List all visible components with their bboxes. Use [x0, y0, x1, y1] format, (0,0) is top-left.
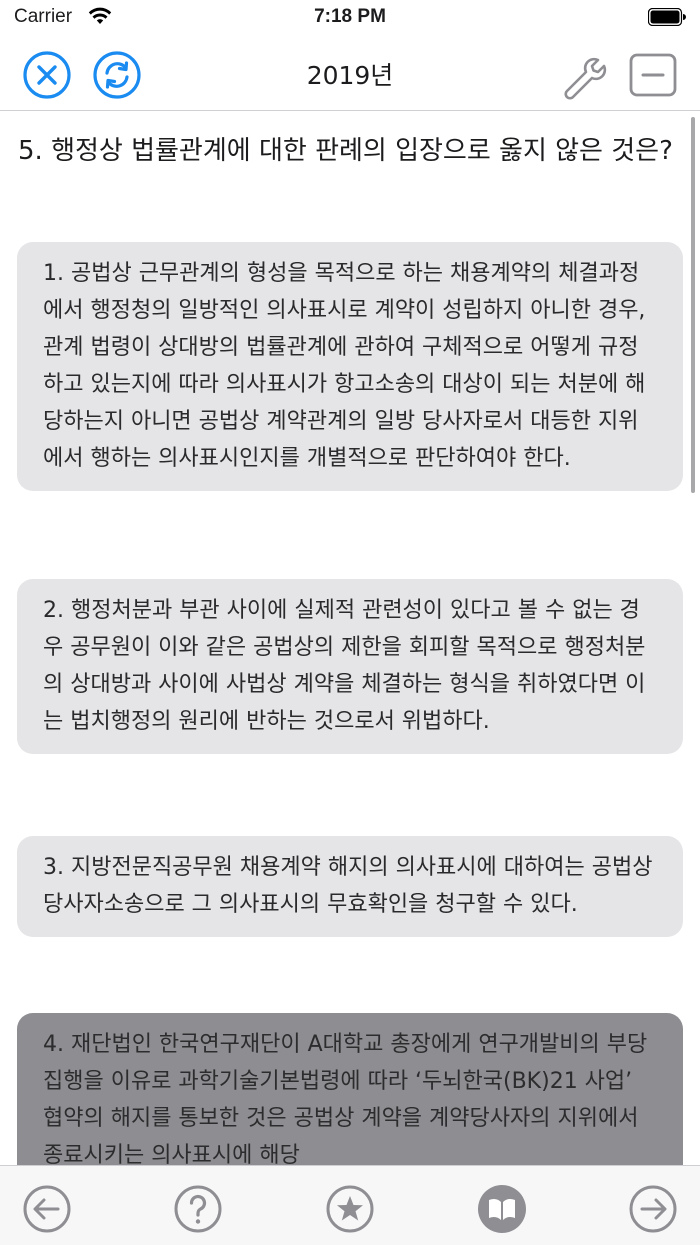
option-3[interactable]: 3. 지방전문직공무원 채용계약 해지의 의사표시에 대하여는 공법상 당사자소…	[17, 836, 683, 937]
bottom-toolbar	[0, 1165, 700, 1245]
minus-square-icon[interactable]	[628, 50, 678, 100]
battery-icon	[648, 8, 686, 26]
book-icon[interactable]	[477, 1184, 527, 1234]
question-text: 5. 행정상 법률관계에 대한 판례의 입장으로 옳지 않은 것은?	[18, 136, 673, 166]
wrench-icon[interactable]	[558, 50, 608, 100]
question-content[interactable]: 5. 행정상 법률관계에 대한 판례의 입장으로 옳지 않은 것은? 1. 공법…	[0, 111, 700, 1165]
status-bar: Carrier 7:18 PM	[0, 0, 700, 36]
scrollbar[interactable]	[691, 117, 695, 493]
option-4[interactable]: 4. 재단법인 한국연구재단이 A대학교 총장에게 연구개발비의 부당집행을 이…	[17, 1013, 683, 1165]
clock: 7:18 PM	[314, 6, 386, 27]
star-icon[interactable]	[325, 1184, 375, 1234]
option-1[interactable]: 1. 공법상 근무관계의 형성을 목적으로 하는 채용계약의 체결과정에서 행정…	[17, 242, 683, 491]
navigation-bar: 2019년	[0, 36, 700, 111]
back-arrow-icon[interactable]	[22, 1184, 72, 1234]
forward-arrow-icon[interactable]	[628, 1184, 678, 1234]
option-2[interactable]: 2. 행정처분과 부관 사이에 실제적 관련성이 있다고 볼 수 없는 경우 공…	[17, 579, 683, 754]
help-icon[interactable]	[173, 1184, 223, 1234]
